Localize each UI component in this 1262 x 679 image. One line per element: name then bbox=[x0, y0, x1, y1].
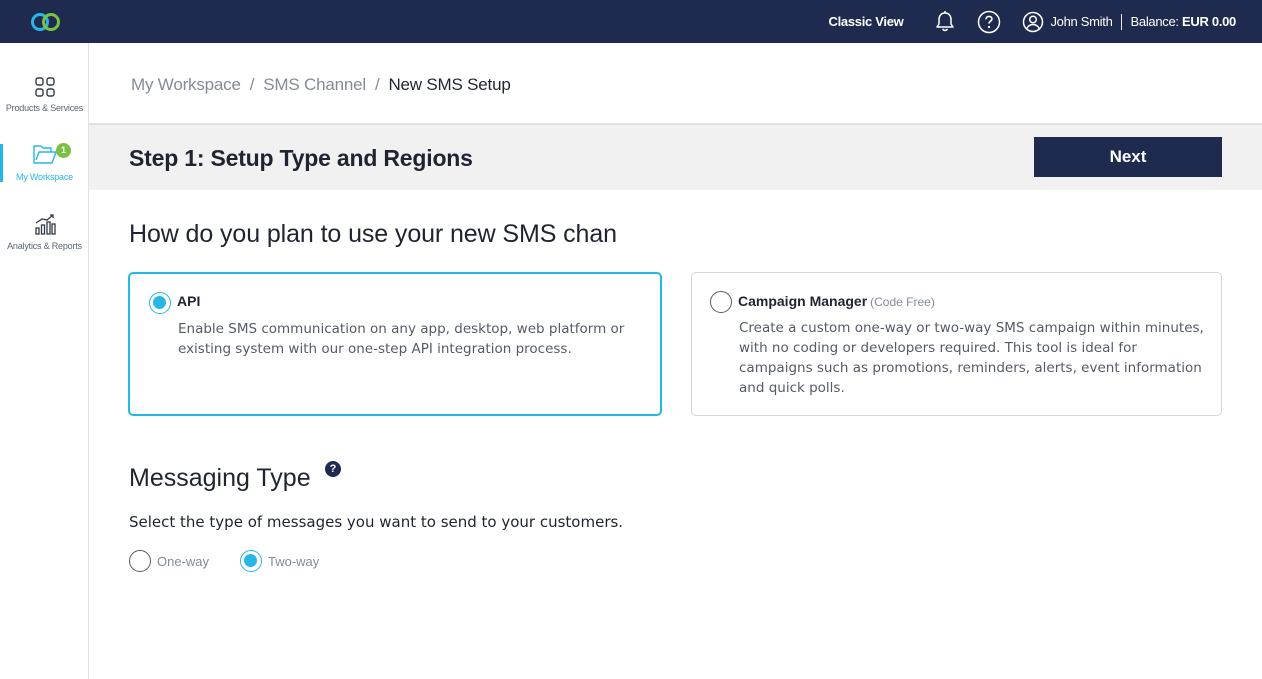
breadcrumb-item-my-workspace[interactable]: My Workspace bbox=[131, 75, 241, 94]
chart-icon bbox=[34, 214, 56, 235]
divider bbox=[1120, 13, 1122, 30]
logo-icon[interactable] bbox=[28, 8, 64, 36]
notification-badge: 1 bbox=[56, 143, 71, 158]
breadcrumb-item-sms-channel[interactable]: SMS Channel bbox=[263, 75, 366, 94]
sidebar: Products & Services 1 My Workspace Analy… bbox=[0, 43, 89, 679]
breadcrumb: My Workspace / SMS Channel / New SMS Setup bbox=[131, 75, 511, 95]
step-header: Step 1: Setup Type and Regions Next bbox=[89, 123, 1262, 190]
sidebar-item-label: Products & Services bbox=[5, 103, 84, 113]
user-icon bbox=[1023, 11, 1044, 32]
user-menu[interactable]: John Smith bbox=[1022, 11, 1113, 33]
usage-question: How do you plan to use your new SMS chan bbox=[129, 220, 617, 248]
api-radio[interactable] bbox=[149, 292, 171, 314]
balance-label: Balance: bbox=[1130, 14, 1180, 29]
option-label: Two-way bbox=[268, 554, 320, 569]
messaging-type-title: Messaging Type bbox=[129, 464, 311, 492]
balance-value: EUR 0.00 bbox=[1182, 14, 1236, 29]
sidebar-item-analytics-reports[interactable]: Analytics & Reports bbox=[0, 214, 89, 274]
card-title-text: Campaign Manager bbox=[738, 293, 868, 309]
folder-icon bbox=[32, 145, 57, 164]
top-navigation-bar: Classic View John Smith Balance: EUR 0.0… bbox=[0, 0, 1262, 43]
sidebar-item-products-services[interactable]: Products & Services bbox=[0, 76, 89, 136]
campaign-manager-radio[interactable] bbox=[710, 291, 732, 313]
breadcrumb-separator: / bbox=[249, 75, 255, 94]
bell-icon[interactable] bbox=[933, 10, 957, 34]
card-title-text: API bbox=[177, 293, 201, 309]
classic-view-link[interactable]: Classic View bbox=[829, 14, 904, 29]
option-card-api[interactable]: API Enable SMS communication on any app,… bbox=[128, 272, 662, 416]
breadcrumb-item-current: New SMS Setup bbox=[388, 75, 511, 94]
sidebar-item-my-workspace[interactable]: 1 My Workspace bbox=[0, 143, 89, 203]
option-card-campaign-manager[interactable]: Campaign Manager (Code Free) Create a cus… bbox=[691, 272, 1222, 416]
card-description: Enable SMS communication on any app, des… bbox=[178, 321, 625, 357]
sidebar-item-label: Analytics & Reports bbox=[7, 241, 82, 251]
two-way-radio[interactable] bbox=[240, 550, 262, 572]
balance-display: Balance: EUR 0.00 bbox=[1130, 14, 1237, 29]
user-name: John Smith bbox=[1050, 14, 1113, 29]
top-right-controls: Classic View John Smith Balance: EUR 0.0… bbox=[829, 0, 1236, 43]
card-description: Create a custom one-way or two-way SMS c… bbox=[739, 320, 1204, 396]
one-way-radio[interactable] bbox=[129, 550, 151, 572]
grid-icon bbox=[34, 77, 55, 97]
card-title: Campaign Manager (Code Free) bbox=[738, 293, 935, 309]
card-title: API bbox=[177, 293, 200, 309]
breadcrumb-separator: / bbox=[374, 75, 380, 94]
sidebar-item-label: My Workspace bbox=[16, 172, 73, 182]
messaging-type-description: Select the type of messages you want to … bbox=[129, 513, 624, 531]
option-label: One-way bbox=[157, 554, 210, 569]
card-subtitle: (Code Free) bbox=[870, 295, 935, 309]
help-icon[interactable] bbox=[977, 10, 1001, 34]
step-title: Step 1: Setup Type and Regions bbox=[129, 145, 473, 171]
help-icon[interactable]: ? bbox=[325, 461, 341, 477]
next-button[interactable]: Next bbox=[1034, 137, 1222, 177]
